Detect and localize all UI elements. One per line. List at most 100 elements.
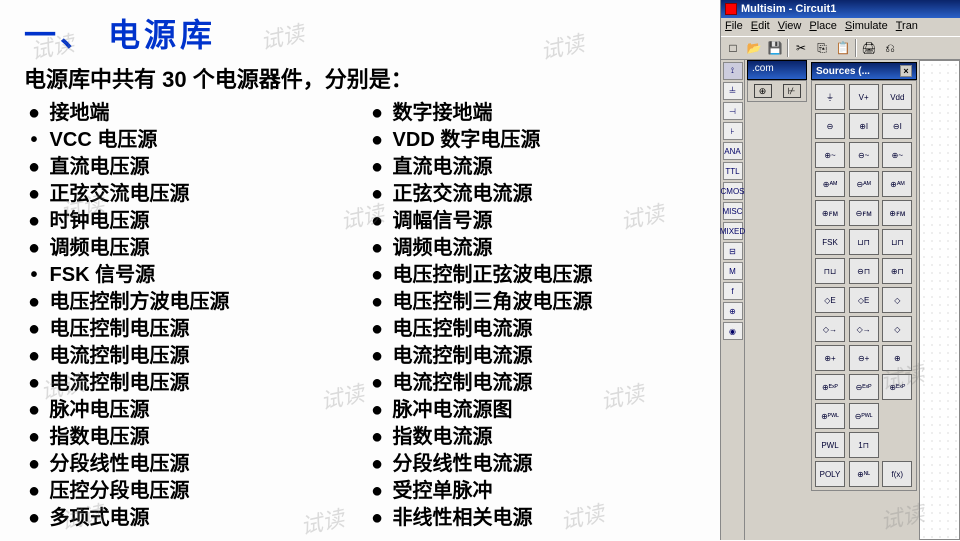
schematic-canvas[interactable]	[919, 60, 960, 540]
column-left: ● 接地端• VCC 电压源● 直流电压源● 正弦交流电压源● 时钟电压源● 调…	[24, 100, 367, 532]
palette-item[interactable]: ◇→	[849, 316, 879, 342]
component-bar-header[interactable]: .com	[747, 60, 807, 80]
palette-item[interactable]: ⊕ᴺᴸ	[849, 461, 879, 487]
list-item: ● 调频电压源	[24, 235, 367, 262]
list-item: ● 分段线性电压源	[24, 451, 367, 478]
palette-item[interactable]: ⊕ᴾᵂᴸ	[815, 403, 845, 429]
dock-item[interactable]: M	[723, 262, 743, 280]
list-columns: ● 接地端• VCC 电压源● 直流电压源● 正弦交流电压源● 时钟电压源● 调…	[24, 100, 710, 532]
list-item: ● 电压控制电流源	[367, 316, 710, 343]
column-right: ● 数字接地端● VDD 数字电压源● 直流电流源● 正弦交流电流源● 调幅信号…	[367, 100, 710, 532]
palette-item[interactable]: ⊕ᴱˣᴾ	[882, 374, 912, 400]
palette-item[interactable]: ⊕I	[849, 113, 879, 139]
palette-item[interactable]: ◇	[882, 287, 912, 313]
palette-item[interactable]: ⏚	[815, 84, 845, 110]
component-dock[interactable]: ⟟ ╧ ⊣ ⊦ ANA TTL CMOS MISC MIXED ⊟ Mf ⊕ ◉	[721, 60, 745, 540]
palette-item[interactable]: ⊕ᴬᴹ	[882, 171, 912, 197]
palette-item[interactable]: ◇→	[815, 316, 845, 342]
palette-item[interactable]: PWL	[815, 432, 845, 458]
list-item: ● VDD 数字电压源	[367, 127, 710, 154]
dock-item[interactable]: ⊟	[723, 242, 743, 260]
dock-item[interactable]: ⊕	[723, 302, 743, 320]
palette-item[interactable]: ◇E	[849, 287, 879, 313]
palette-item[interactable]: ⊖ᴱˣᴾ	[849, 374, 879, 400]
toolbar-button[interactable]: 💾	[765, 38, 785, 58]
palette-item[interactable]: ⊖+	[849, 345, 879, 371]
palette-item[interactable]: V+	[849, 84, 879, 110]
palette-item[interactable]: ⊕ꜰᴍ	[815, 200, 845, 226]
toolbar-button[interactable]: ⎘	[812, 38, 832, 58]
sources-palette[interactable]: ⏚V+Vdd⊖⊕I⊖I⊕~⊖~⊕~⊕ᴬᴹ⊖ᴬᴹ⊕ᴬᴹ⊕ꜰᴍ⊖ꜰᴍ⊕ꜰᴍFSK⊔⊓…	[811, 80, 917, 491]
palette-item[interactable]: ⊖~	[849, 142, 879, 168]
menu-view[interactable]: View	[778, 20, 802, 34]
menu-edit[interactable]: Edit	[751, 20, 770, 34]
toolbar-button[interactable]: ⎌	[880, 38, 900, 58]
palette-item[interactable]: ⊕~	[882, 142, 912, 168]
toolbar-button[interactable]: □	[723, 38, 743, 58]
palette-item[interactable]: ◇E	[815, 287, 845, 313]
palette-titlebar[interactable]: Sources (... ×	[811, 62, 917, 80]
close-icon[interactable]: ×	[900, 65, 912, 77]
dock-item[interactable]: f	[723, 282, 743, 300]
palette-item[interactable]: ⊕+	[815, 345, 845, 371]
dock-item[interactable]: ⊣	[723, 102, 743, 120]
palette-item[interactable]: ⊔⊓	[849, 229, 879, 255]
palette-item[interactable]: f(x)	[882, 461, 912, 487]
palette-item[interactable]: POLY	[815, 461, 845, 487]
list-item: ● 指数电流源	[367, 424, 710, 451]
dock-item[interactable]: CMOS	[723, 182, 743, 200]
list-item: • FSK 信号源	[24, 262, 367, 289]
palette-item[interactable]: Vdd	[882, 84, 912, 110]
slide-title: 一、 电源库	[24, 10, 710, 56]
app-icon	[725, 3, 737, 15]
list-item: ● 脉冲电流源图	[367, 397, 710, 424]
palette-item[interactable]: ⊖⊓	[849, 258, 879, 284]
toolbar-button[interactable]: 📋	[833, 38, 853, 58]
palette-item[interactable]: ⊕ᴬᴹ	[815, 171, 845, 197]
list-item: ● 电压控制正弦波电压源	[367, 262, 710, 289]
dock-item[interactable]: ANA	[723, 142, 743, 160]
dock-item[interactable]: ◉	[723, 322, 743, 340]
palette-item[interactable]: FSK	[815, 229, 845, 255]
palette-item[interactable]: ⊕ꜰᴍ	[882, 200, 912, 226]
window-title: Multisim - Circuit1	[741, 3, 836, 15]
menu-tran[interactable]: Tran	[896, 20, 918, 34]
menu-file[interactable]: File	[725, 20, 743, 34]
dock-item[interactable]: ╧	[723, 82, 743, 100]
dock-item[interactable]: ⟟	[723, 62, 743, 80]
list-item: ● 脉冲电压源	[24, 397, 367, 424]
dock-item[interactable]: ⊦	[723, 122, 743, 140]
palette-item[interactable]: ⊖I	[882, 113, 912, 139]
dock-item[interactable]: MIXED	[723, 222, 743, 240]
menu-bar[interactable]: File Edit View Place Simulate Tran	[721, 18, 960, 36]
list-item: • VCC 电压源	[24, 127, 367, 154]
palette-item[interactable]: 1⊓	[849, 432, 879, 458]
component-bar-items[interactable]: ⊕ ⊬	[747, 80, 807, 102]
comp-icon[interactable]: ⊕	[754, 84, 772, 98]
palette-item[interactable]: ⊕ᴱˣᴾ	[815, 374, 845, 400]
palette-item[interactable]: ⊔⊓	[882, 229, 912, 255]
dock-item[interactable]: MISC	[723, 202, 743, 220]
window-titlebar[interactable]: Multisim - Circuit1	[721, 0, 960, 18]
list-item: ● 调频电流源	[367, 235, 710, 262]
palette-item[interactable]: ⊖ᴬᴹ	[849, 171, 879, 197]
palette-item[interactable]: ⊕⊓	[882, 258, 912, 284]
list-item: ● 非线性相关电源	[367, 505, 710, 532]
menu-place[interactable]: Place	[809, 20, 837, 34]
palette-item[interactable]: ⊖	[815, 113, 845, 139]
palette-item[interactable]: ◇	[882, 316, 912, 342]
toolbar-button[interactable]: ✂	[791, 38, 811, 58]
comp-icon[interactable]: ⊬	[783, 84, 801, 98]
list-item: ● 数字接地端	[367, 100, 710, 127]
palette-item[interactable]: ⊖ᴾᵂᴸ	[849, 403, 879, 429]
toolbar-button[interactable]: 🖨	[859, 38, 879, 58]
list-item: ● 压控分段电压源	[24, 478, 367, 505]
palette-item[interactable]: ⊕~	[815, 142, 845, 168]
toolbar-button[interactable]: 📂	[744, 38, 764, 58]
palette-item[interactable]: ⊓⊔	[815, 258, 845, 284]
menu-simulate[interactable]: Simulate	[845, 20, 888, 34]
dock-item[interactable]: TTL	[723, 162, 743, 180]
main-toolbar[interactable]: □📂💾 ✂⎘📋 🖨⎌	[721, 36, 960, 60]
palette-item[interactable]: ⊕	[882, 345, 912, 371]
palette-item[interactable]: ⊖ꜰᴍ	[849, 200, 879, 226]
